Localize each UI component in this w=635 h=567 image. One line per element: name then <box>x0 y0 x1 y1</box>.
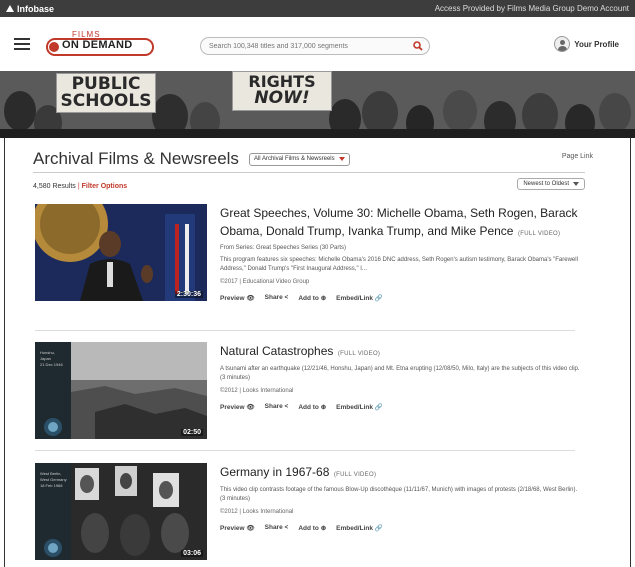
films-on-demand-logo[interactable]: FILMS ON DEMAND <box>44 29 156 59</box>
rights-now-sign: RIGHTS NOW! <box>232 71 332 111</box>
duration-badge: 02:50 <box>181 429 203 436</box>
page-title-bar: Archival Films & Newsreels All Archival … <box>33 148 593 170</box>
separator: | <box>77 182 80 190</box>
avatar-icon <box>554 36 571 52</box>
share-button[interactable]: Share < <box>265 403 289 411</box>
result-item: Honshu, Japan 21 Dec 1946 02:50 Natural … <box>35 342 580 442</box>
result-title[interactable]: Germany in 1967-68 <box>220 465 329 479</box>
thumbnail-caption: West Berlin, West Germany 18 Feb 1968 <box>40 471 67 488</box>
result-description: A tsunami after an earthquake (12/21/46,… <box>220 366 580 381</box>
result-title-row: Germany in 1967-68 (FULL VIDEO) <box>220 463 580 481</box>
infobase-brand-label: Infobase <box>17 3 55 14</box>
search-box <box>200 37 430 55</box>
site-header: FILMS ON DEMAND Your Profile <box>0 17 635 71</box>
series-link[interactable]: From Series: Great Speeches Series (30 P… <box>220 245 580 251</box>
result-info: Natural Catastrophes (FULL VIDEO) A tsun… <box>220 342 580 411</box>
video-thumbnail[interactable]: Honshu, Japan 21 Dec 1946 02:50 <box>35 342 207 439</box>
result-description: This program features six speeches: Mich… <box>220 257 578 272</box>
result-meta: ©2017 | Educational Video Group <box>220 279 310 285</box>
result-info: Great Speeches, Volume 30: Michelle Obam… <box>220 204 580 302</box>
page-link[interactable]: Page Link <box>562 153 593 160</box>
embed-link-button[interactable]: Embed/Link 🔗 <box>336 403 383 411</box>
full-video-tag: (FULL VIDEO) <box>333 472 377 478</box>
result-title[interactable]: Natural Catastrophes <box>220 344 333 358</box>
search-input[interactable] <box>209 42 399 50</box>
chevron-down-icon <box>573 182 579 186</box>
collection-select[interactable]: All Archival Films & Newsreels <box>248 152 350 166</box>
sort-select-value: Newest to Oldest <box>523 181 569 187</box>
thumbnail-caption: Honshu, Japan 21 Dec 1946 <box>40 350 63 367</box>
result-actions: Preview 👁 Share < Add to ⊕ Embed/Link 🔗 <box>220 294 580 302</box>
result-divider <box>35 450 575 451</box>
results-toolbar: 4,580 Results | Filter Options Newest to… <box>33 178 585 192</box>
result-info: Germany in 1967-68 (FULL VIDEO) This vid… <box>220 463 580 532</box>
full-video-tag: (FULL VIDEO) <box>337 351 381 357</box>
menu-icon[interactable] <box>14 38 30 50</box>
public-schools-sign: PUBLIC SCHOOLS <box>56 73 156 113</box>
preview-button[interactable]: Preview 👁 <box>220 524 255 532</box>
your-profile-label: Your Profile <box>574 39 619 49</box>
filter-options-link[interactable]: Filter Options <box>82 183 128 190</box>
hero-banner-image: PUBLIC SCHOOLS RIGHTS NOW! <box>0 71 635 138</box>
duration-badge: 03:06 <box>181 550 203 557</box>
results-count: 4,580 Results <box>33 182 76 190</box>
title-divider <box>33 172 585 173</box>
collection-select-value: All Archival Films & Newsreels <box>253 156 335 162</box>
video-thumbnail[interactable]: West Berlin, West Germany 18 Feb 1968 03… <box>35 463 207 560</box>
thumbnail-image <box>35 204 207 301</box>
full-video-tag: (FULL VIDEO) <box>517 231 561 237</box>
result-meta: ©2012 | Looks International <box>220 509 294 515</box>
page-title: Archival Films & Newsreels <box>33 149 239 168</box>
result-item: West Berlin, West Germany 18 Feb 1968 03… <box>35 463 580 563</box>
add-to-button[interactable]: Add to ⊕ <box>298 524 326 532</box>
result-title-row: Great Speeches, Volume 30: Michelle Obam… <box>220 204 580 240</box>
share-button[interactable]: Share < <box>265 294 289 302</box>
result-divider <box>35 330 575 331</box>
infobase-topbar: Infobase Access Provided by Films Media … <box>0 0 635 17</box>
sort-select[interactable]: Newest to Oldest <box>517 178 585 190</box>
sign1-line2: SCHOOLS <box>60 91 152 111</box>
chevron-down-icon <box>338 157 345 161</box>
result-actions: Preview 👁 Share < Add to ⊕ Embed/Link 🔗 <box>220 403 580 411</box>
share-button[interactable]: Share < <box>265 524 289 532</box>
embed-link-button[interactable]: Embed/Link 🔗 <box>336 294 383 302</box>
video-thumbnail[interactable]: 2:30:36 <box>35 204 207 301</box>
preview-button[interactable]: Preview 👁 <box>220 403 255 411</box>
result-title-row: Natural Catastrophes (FULL VIDEO) <box>220 342 580 360</box>
duration-badge: 2:30:36 <box>174 291 203 298</box>
infobase-brand[interactable]: Infobase <box>6 4 54 14</box>
search-icon[interactable] <box>413 41 423 51</box>
add-to-button[interactable]: Add to ⊕ <box>298 294 326 302</box>
result-description: This video clip contrasts footage of the… <box>220 487 578 502</box>
add-to-button[interactable]: Add to ⊕ <box>298 403 326 411</box>
infobase-logo-icon <box>6 5 14 12</box>
access-provided-text: Access Provided by Films Media Group Dem… <box>434 4 629 13</box>
preview-button[interactable]: Preview 👁 <box>220 294 255 302</box>
sign2-line2: NOW! <box>254 88 310 108</box>
result-item: 2:30:36 Great Speeches, Volume 30: Miche… <box>35 204 580 324</box>
your-profile-button[interactable]: Your Profile <box>554 36 619 52</box>
logo-red-dot-icon <box>49 42 59 52</box>
embed-link-button[interactable]: Embed/Link 🔗 <box>336 524 383 532</box>
result-actions: Preview 👁 Share < Add to ⊕ Embed/Link 🔗 <box>220 524 580 532</box>
result-meta: ©2012 | Looks International <box>220 388 294 394</box>
logo-on-demand-text: ON DEMAND <box>62 39 133 51</box>
